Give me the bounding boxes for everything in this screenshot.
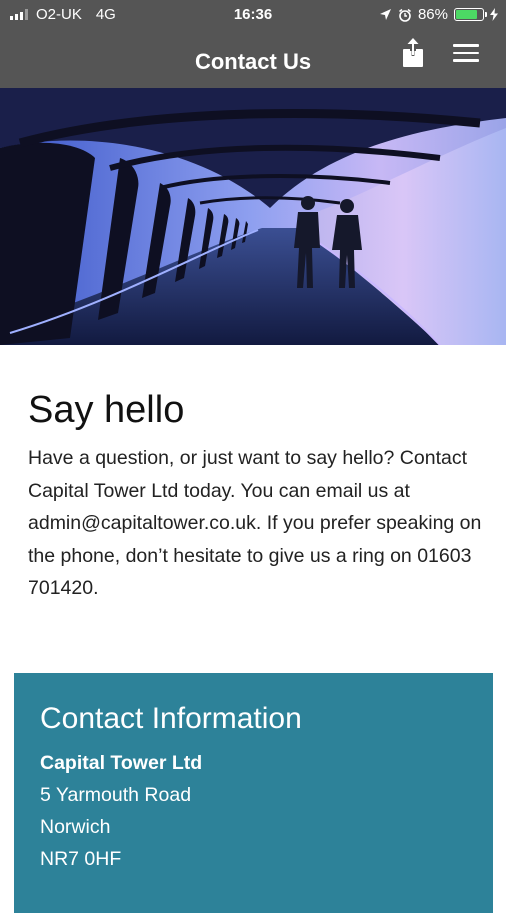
battery-percent: 86% xyxy=(417,6,448,23)
page-title: Contact Us xyxy=(194,49,312,74)
alarm-icon xyxy=(399,8,411,22)
address-postcode: NR7 0HF xyxy=(40,848,122,870)
nav-bar: Contact Us xyxy=(0,30,506,88)
say-hello-heading: Say hello xyxy=(28,389,185,431)
tunnel-illustration xyxy=(0,88,506,345)
battery-icon xyxy=(454,8,487,21)
address-city: Norwich xyxy=(40,816,111,838)
hamburger-menu-icon[interactable] xyxy=(453,44,479,64)
hero-image xyxy=(0,88,506,345)
location-arrow-icon xyxy=(379,9,391,20)
status-bar: O2-UK 4G 16:36 86% xyxy=(0,0,506,30)
share-icon[interactable] xyxy=(401,38,425,68)
intro-paragraph: Have a question, or just want to say hel… xyxy=(28,447,482,599)
company-name: Capital Tower Ltd xyxy=(40,752,203,774)
battery-level-fill xyxy=(456,10,477,19)
address-line: 5 Yarmouth Road xyxy=(40,784,192,806)
contact-information-card: Contact Information Capital Tower Ltd 5 … xyxy=(14,673,493,913)
status-right: 86% xyxy=(379,6,498,23)
intro-section: Say hello Have a question, or just want … xyxy=(28,388,488,605)
contact-information-heading: Contact Information xyxy=(40,702,302,735)
charging-bolt-icon xyxy=(490,8,498,21)
